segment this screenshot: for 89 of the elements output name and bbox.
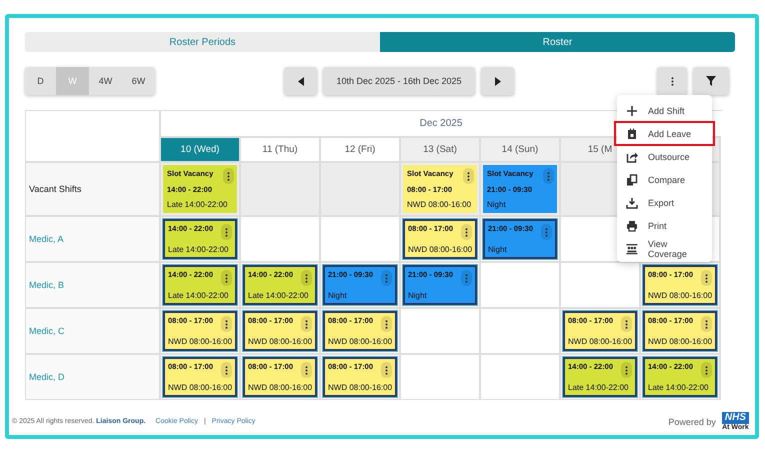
more-button[interactable]	[301, 316, 312, 332]
shift-label: NWD 08:00-16:00	[568, 337, 632, 346]
shift-label: NWD 08:00-16:00	[248, 337, 312, 346]
view-button[interactable]: 4W	[89, 67, 122, 95]
more-button[interactable]	[461, 224, 472, 240]
more-icon	[225, 320, 228, 328]
shift-label: NWD 08:00-16:00	[648, 291, 712, 300]
more-button[interactable]	[221, 316, 232, 332]
shift-label: Late 14:00-22:00	[568, 383, 628, 392]
shift-label: Late 14:00-22:00	[168, 291, 228, 300]
more-icon	[625, 366, 628, 374]
more-button[interactable]	[621, 316, 632, 332]
more-icon	[705, 320, 708, 328]
shift-label: Night	[487, 200, 506, 209]
more-icon	[467, 172, 470, 180]
shift-label: NWD 08:00-16:00	[408, 245, 472, 254]
menu-item[interactable]: Compare	[617, 168, 712, 191]
more-button[interactable]	[701, 362, 712, 378]
shift-label: NWD 08:00-16:00	[248, 383, 312, 392]
shift-label: NWD 08:00-16:00	[168, 337, 232, 346]
more-button[interactable]	[701, 270, 712, 286]
plus-icon	[626, 104, 638, 116]
shift-label: NWD 08:00-16:00	[328, 383, 392, 392]
tab[interactable]: Roster	[380, 32, 735, 52]
view-button[interactable]: D	[25, 67, 56, 95]
more-button[interactable]	[301, 270, 312, 286]
more-icon	[305, 320, 308, 328]
shift-label: Late 14:00-22:00	[648, 383, 708, 392]
shift-label: Late 14:00-22:00	[168, 245, 228, 254]
more-button[interactable]	[463, 168, 474, 184]
shift-label: NWD 08:00-16:00	[648, 337, 712, 346]
more-button[interactable]	[223, 168, 234, 184]
left-triangle-icon	[298, 76, 304, 86]
more-icon	[465, 228, 468, 236]
shift-label: Late 14:00-22:00	[167, 200, 228, 209]
more-button[interactable]	[221, 224, 232, 240]
next-button[interactable]	[481, 67, 514, 95]
download-icon	[626, 196, 638, 208]
more-icon	[705, 274, 708, 282]
more-icon	[547, 172, 550, 180]
date-range-button[interactable]: 10th Dec 2025 - 16th Dec 2025	[323, 67, 475, 95]
row-label: Vacant Shifts	[26, 163, 161, 217]
logo: NHS	[722, 412, 749, 424]
view-button[interactable]: 6W	[122, 67, 155, 95]
print-icon	[626, 220, 638, 232]
menu-item[interactable]: Export	[617, 191, 712, 214]
menu-item[interactable]: Add Shift	[617, 99, 712, 122]
more-icon	[465, 274, 468, 282]
copy-icon	[626, 174, 638, 186]
shift-label: NWD 08:00-16:00	[328, 337, 392, 346]
more-icon	[385, 320, 388, 328]
more-button[interactable]	[621, 362, 632, 378]
right-triangle-icon	[494, 76, 500, 86]
more-button[interactable]	[221, 270, 232, 286]
more-icon	[227, 172, 230, 180]
more-icon	[385, 274, 388, 282]
calendar-icon	[626, 128, 638, 140]
tab[interactable]: Roster Periods	[25, 32, 380, 52]
powered-by-text: Powered by	[668, 416, 716, 426]
more-icon	[670, 76, 674, 86]
day-header: 14 (Sun)	[481, 138, 561, 163]
more-icon	[225, 228, 228, 236]
day-header: 10 (Wed)	[161, 138, 241, 163]
filter-button[interactable]	[693, 67, 729, 95]
more-button[interactable]	[221, 362, 232, 378]
more-icon	[305, 274, 308, 282]
more-icon	[225, 366, 228, 374]
shift-label: Night	[408, 291, 427, 300]
shift-label: NWD 08:00-16:00	[168, 383, 232, 392]
shift-label: Late 14:00-22:00	[248, 291, 308, 300]
more-button[interactable]	[381, 362, 392, 378]
shift-label: Night	[328, 291, 347, 300]
more-button[interactable]	[381, 316, 392, 332]
more-icon	[305, 366, 308, 374]
share-icon	[626, 150, 638, 162]
previous-button[interactable]	[284, 67, 317, 95]
more-icon	[705, 366, 708, 374]
shift-label: NWD 08:00-16:00	[407, 200, 472, 209]
more-icon	[625, 320, 628, 328]
menu-item[interactable]: View Coverage	[617, 237, 712, 260]
day-header: 13 (Sat)	[401, 138, 481, 163]
more-button[interactable]	[301, 362, 312, 378]
shift-label: Night	[488, 245, 507, 254]
more-button[interactable]	[701, 316, 712, 332]
more-icon	[545, 228, 548, 236]
more-icon	[225, 274, 228, 282]
filter-icon	[706, 76, 716, 86]
more-icon	[385, 366, 388, 374]
menu-item[interactable]: Print	[617, 214, 712, 237]
